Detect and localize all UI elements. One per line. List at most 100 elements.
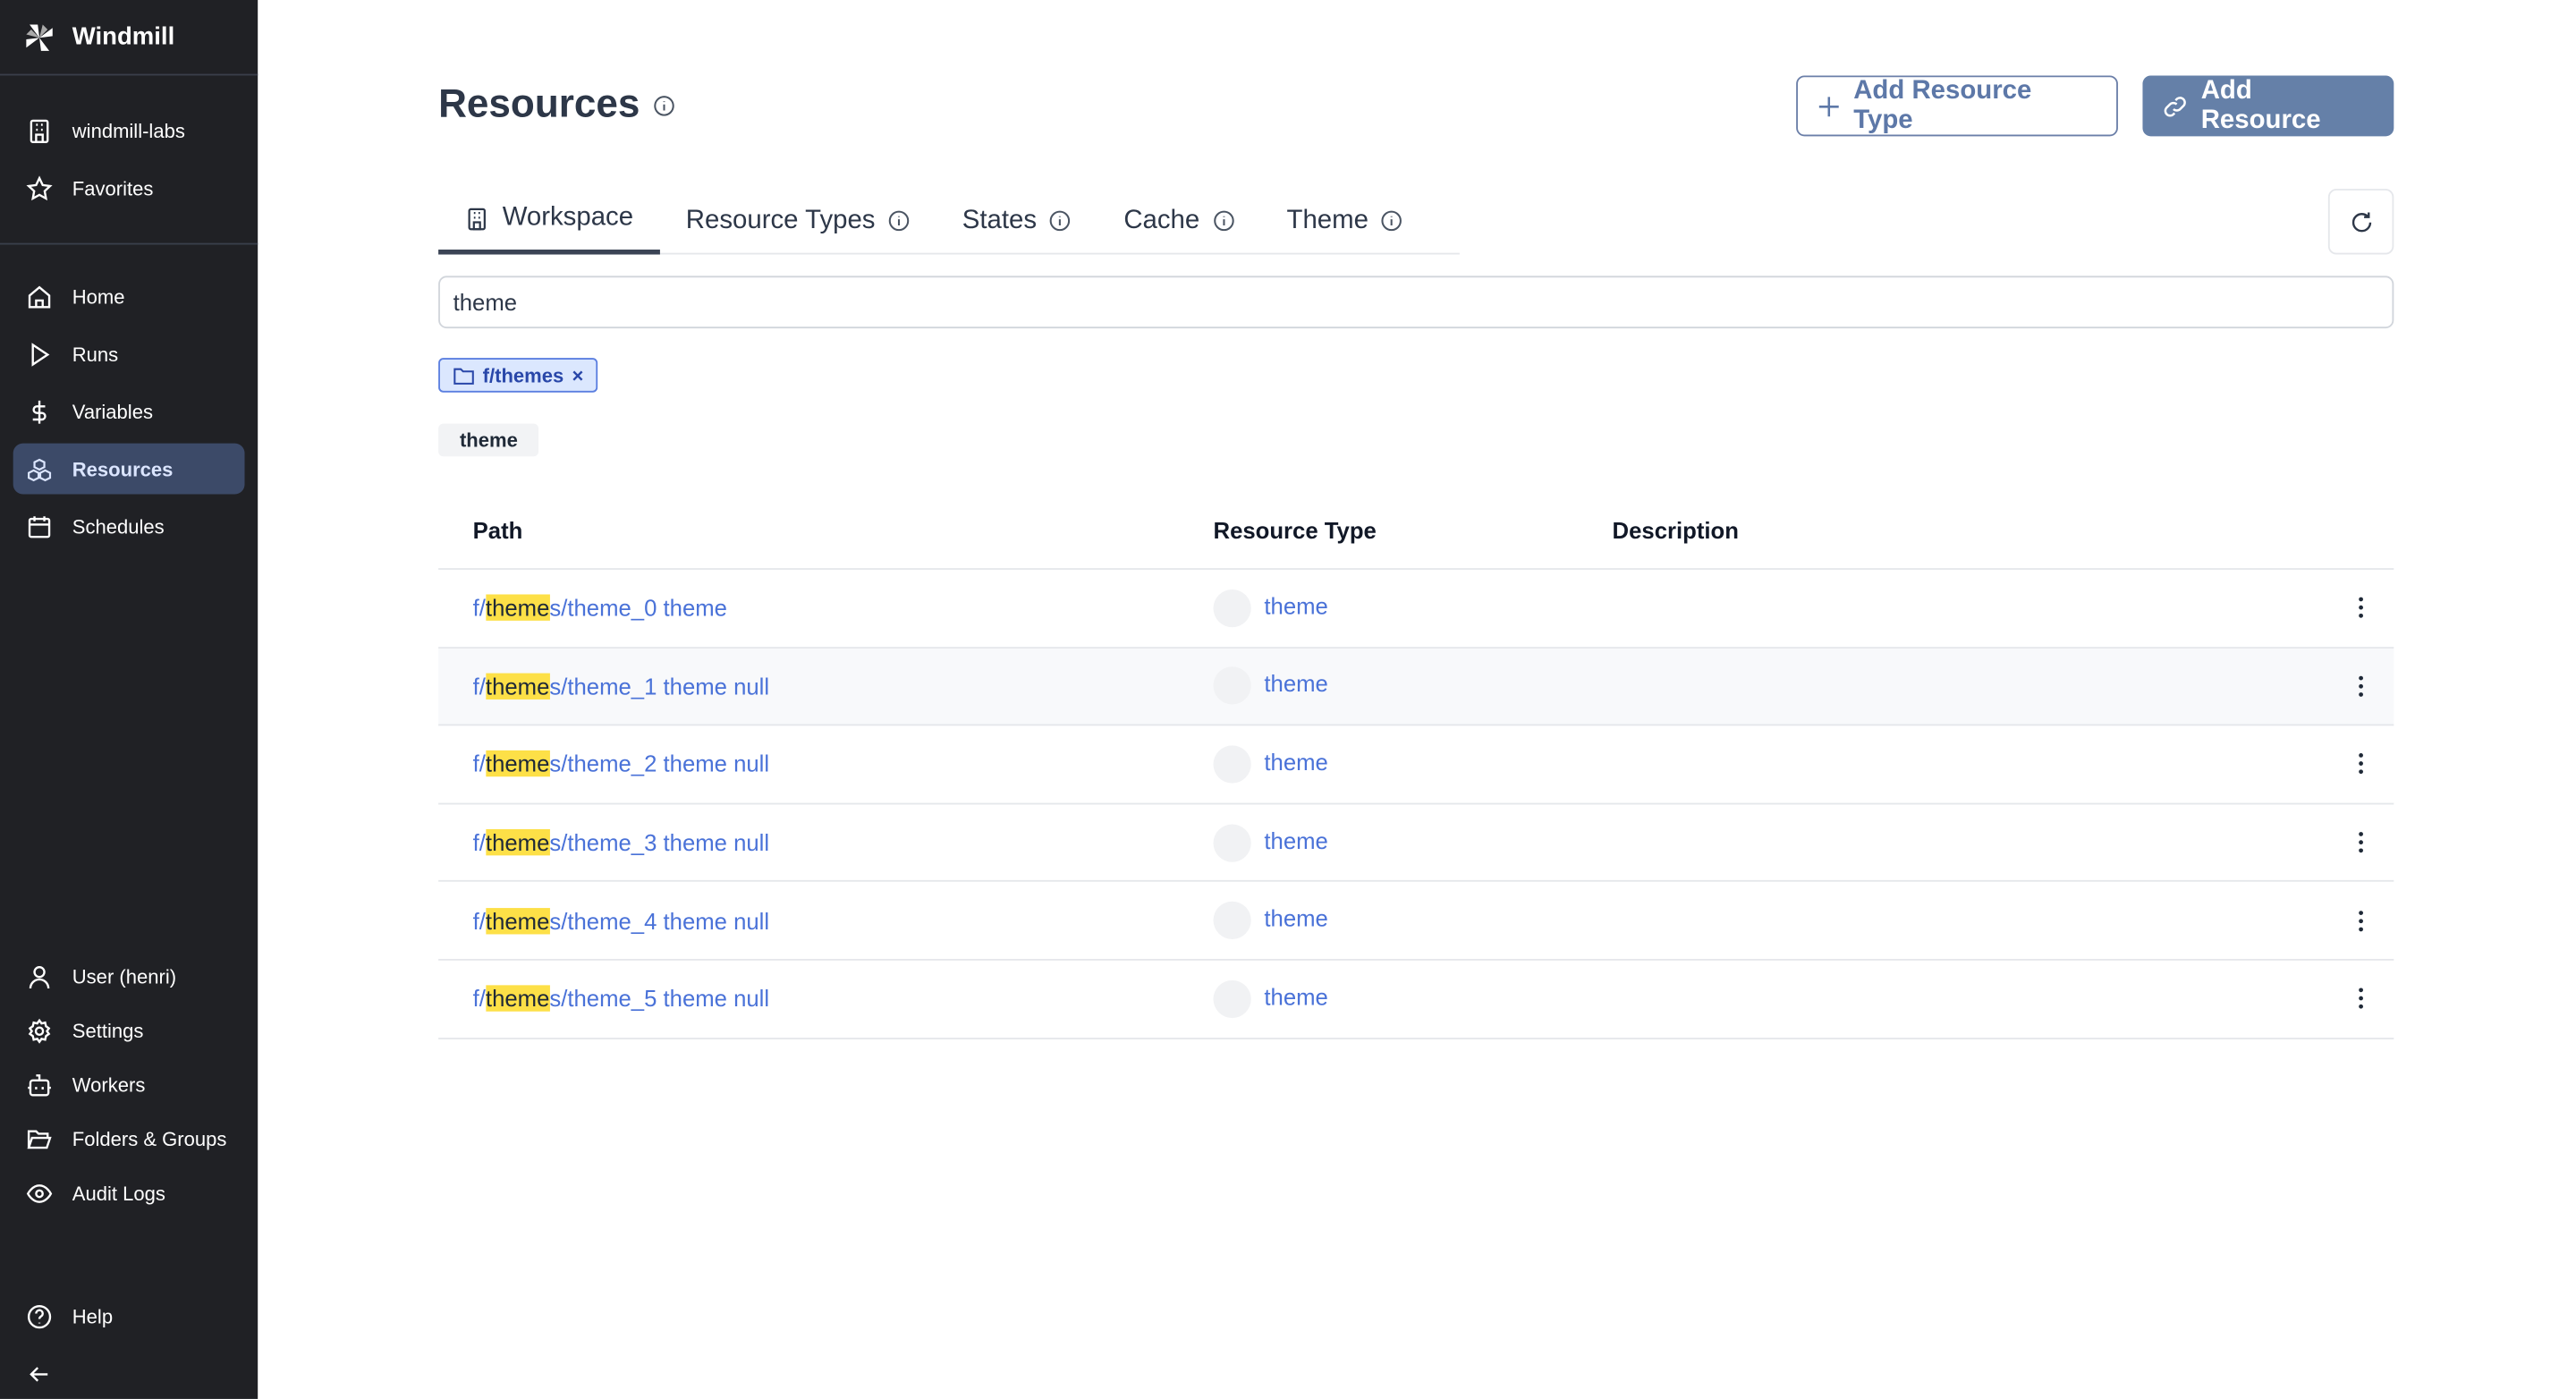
- sidebar-item-label: Workers: [72, 1073, 146, 1097]
- sidebar-item-resources[interactable]: Resources: [13, 443, 245, 495]
- sidebar-item-runs[interactable]: Runs: [13, 328, 245, 379]
- tab-label: States: [962, 206, 1038, 234]
- path-prefix: f/: [472, 673, 486, 700]
- info-icon[interactable]: [653, 95, 674, 116]
- row-actions-button[interactable]: [2344, 597, 2377, 620]
- sidebar-item-schedules[interactable]: Schedules: [13, 501, 245, 552]
- boxes-icon: [28, 457, 52, 481]
- table-row: f/themes/theme_5 theme null theme: [438, 961, 2394, 1039]
- resource-type-link[interactable]: theme: [1264, 749, 1327, 775]
- path-suffix: s/theme_5 theme null: [549, 985, 770, 1013]
- column-resource-type: Resource Type: [1213, 517, 1377, 544]
- table-row: f/themes/theme_4 theme null theme: [438, 882, 2394, 961]
- sidebar-item-label: Settings: [72, 1018, 144, 1042]
- table-header: Path Resource Type Description: [438, 493, 2394, 570]
- arrow-left-icon: [30, 1366, 48, 1381]
- brand[interactable]: Windmill: [0, 0, 258, 76]
- search-input[interactable]: [438, 276, 2394, 329]
- resource-path-link[interactable]: f/themes/theme_2 theme null: [473, 750, 769, 778]
- folder-open-icon: [27, 1129, 52, 1149]
- home-icon: [28, 284, 51, 308]
- tab-resource-types[interactable]: Resource Types: [659, 187, 936, 254]
- table-row: f/themes/theme_2 theme null theme: [438, 726, 2394, 805]
- more-vertical-icon: [2359, 910, 2363, 931]
- sidebar-item-label: Audit Logs: [72, 1181, 165, 1205]
- workspace-selector[interactable]: windmill-labs: [13, 105, 245, 156]
- info-icon: [1382, 210, 1402, 232]
- calendar-icon: [28, 515, 51, 538]
- path-prefix: f/: [472, 595, 486, 622]
- more-vertical-icon: [2359, 598, 2363, 619]
- resource-type-link[interactable]: theme: [1264, 592, 1327, 618]
- folder-icon: [453, 367, 474, 384]
- user-icon: [29, 965, 50, 988]
- sidebar-item-label: Help: [72, 1304, 114, 1328]
- resource-path-link[interactable]: f/themes/theme_0 theme: [472, 595, 727, 622]
- info-icon: [1213, 210, 1234, 232]
- sidebar-item-workers[interactable]: Workers: [13, 1059, 245, 1110]
- sidebar-item-label: Schedules: [72, 514, 165, 538]
- page-title: Resources: [438, 81, 640, 127]
- resource-type-link[interactable]: theme: [1264, 983, 1327, 1009]
- link-icon: [2164, 96, 2186, 116]
- sidebar-item-home[interactable]: Home: [13, 271, 245, 322]
- sidebar-item-user[interactable]: User (henri): [13, 951, 245, 1002]
- resource-type-link[interactable]: theme: [1264, 671, 1327, 697]
- tab-workspace[interactable]: Workspace: [438, 187, 660, 255]
- resource-path-link[interactable]: f/themes/theme_1 theme null: [472, 673, 769, 700]
- tab-bar: Workspace Resource Types States Cache Th…: [438, 187, 1460, 255]
- search-highlight: theme: [485, 907, 550, 934]
- gear-icon: [28, 1017, 51, 1043]
- sidebar-item-variables[interactable]: Variables: [13, 386, 245, 437]
- resource-type-icon: [1213, 823, 1251, 861]
- add-resource-type-button[interactable]: Add Resource Type: [1796, 75, 2118, 137]
- tab-theme[interactable]: Theme: [1260, 187, 1429, 254]
- collapse-sidebar-button[interactable]: [13, 1348, 245, 1399]
- row-actions-button[interactable]: [2344, 753, 2377, 776]
- sidebar-item-folders-groups[interactable]: Folders & Groups: [13, 1114, 245, 1165]
- resource-path-link[interactable]: f/themes/theme_5 theme null: [472, 985, 770, 1013]
- path-suffix: s/theme_3 theme null: [549, 829, 770, 856]
- row-actions-button[interactable]: [2344, 831, 2377, 854]
- refresh-icon: [2351, 211, 2371, 232]
- resource-type-icon: [1213, 589, 1251, 627]
- tab-label: Cache: [1123, 206, 1200, 234]
- search-highlight: theme: [485, 750, 550, 778]
- path-prefix: f/: [472, 985, 486, 1013]
- tab-label: Theme: [1286, 206, 1368, 234]
- windmill-logo-icon: [26, 23, 53, 50]
- table-row: f/themes/theme_1 theme null theme: [438, 648, 2394, 726]
- page-header: Resources: [438, 82, 674, 128]
- search-highlight: theme: [485, 829, 550, 856]
- sidebar-item-label: Runs: [72, 342, 119, 366]
- resource-type-link[interactable]: theme: [1264, 827, 1327, 852]
- brand-name: Windmill: [72, 22, 175, 51]
- sidebar-item-label: Resources: [72, 457, 174, 480]
- building-icon: [468, 207, 486, 230]
- remove-filter-icon[interactable]: ×: [572, 364, 583, 387]
- table-row: f/themes/theme_0 theme theme: [438, 570, 2394, 649]
- tab-cache[interactable]: Cache: [1097, 187, 1260, 254]
- tab-label: Resource Types: [685, 206, 876, 234]
- resource-type-link[interactable]: theme: [1264, 905, 1327, 931]
- search-highlight: theme: [485, 673, 550, 700]
- dollar-icon: [32, 399, 47, 423]
- row-actions-button[interactable]: [2344, 674, 2377, 698]
- folder-filter-chip[interactable]: f/themes ×: [438, 358, 598, 393]
- resource-path-link[interactable]: f/themes/theme_4 theme null: [473, 907, 769, 934]
- row-actions-button[interactable]: [2344, 988, 2377, 1011]
- sidebar-item-audit-logs[interactable]: Audit Logs: [13, 1167, 245, 1218]
- row-actions-button[interactable]: [2344, 909, 2377, 932]
- sidebar-item-label: Home: [72, 284, 125, 309]
- refresh-button[interactable]: [2327, 189, 2394, 255]
- sidebar-item-label: User (henri): [72, 964, 177, 988]
- sidebar-item-help[interactable]: Help: [13, 1291, 245, 1342]
- resource-type-filter-tag[interactable]: theme: [438, 423, 539, 457]
- resource-path-link[interactable]: f/themes/theme_3 theme null: [473, 829, 770, 856]
- plus-icon: [1818, 96, 1839, 116]
- more-vertical-icon: [2359, 988, 2363, 1010]
- add-resource-button[interactable]: Add Resource: [2142, 75, 2394, 137]
- sidebar-item-favorites[interactable]: Favorites: [13, 163, 245, 214]
- tab-states[interactable]: States: [936, 187, 1097, 254]
- sidebar-item-settings[interactable]: Settings: [13, 1005, 245, 1056]
